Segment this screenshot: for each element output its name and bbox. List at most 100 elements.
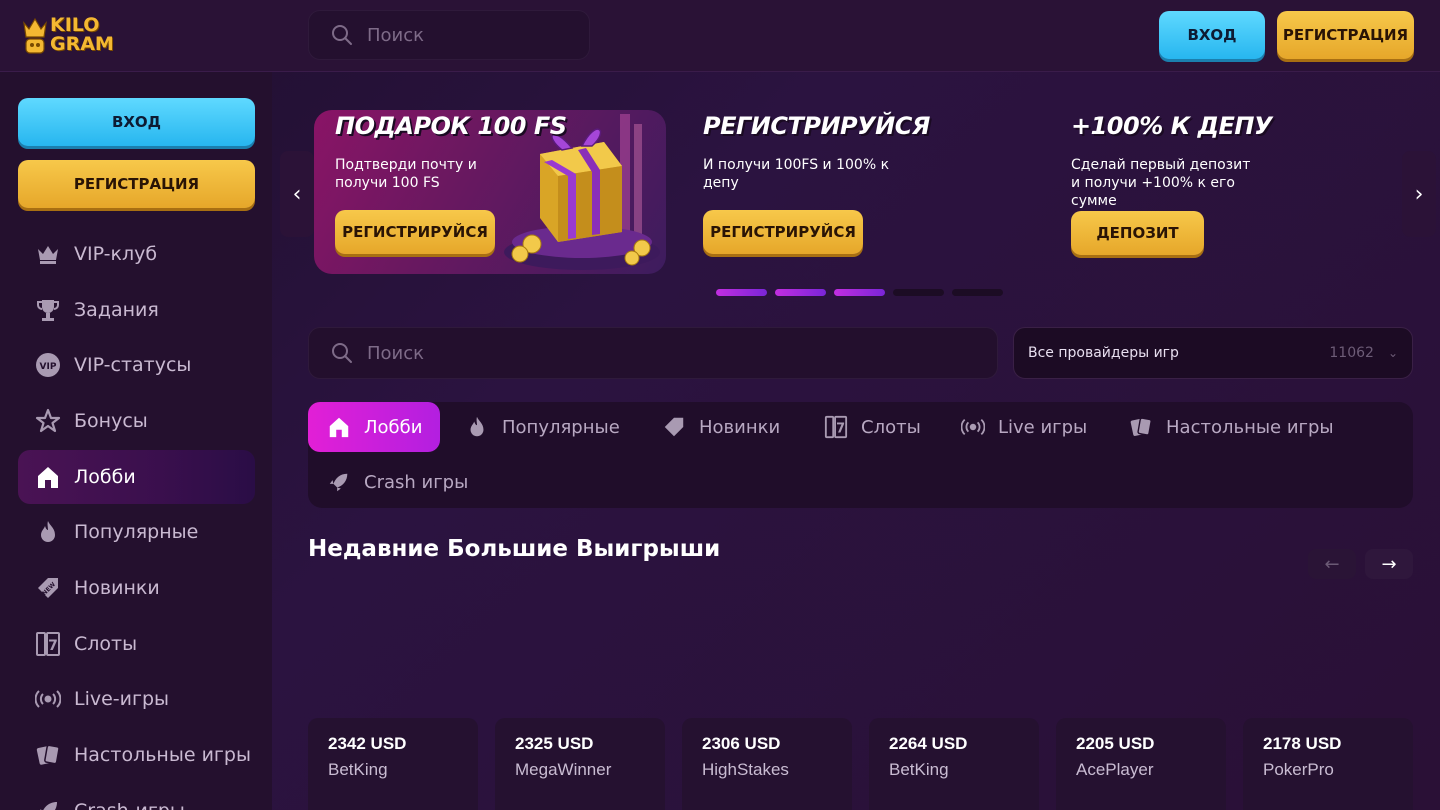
big-win-card[interactable]: 2264 USD BetKing [869,718,1039,810]
tab-table-games[interactable]: Настольные игры [1110,402,1348,452]
win-user: HighStakes [702,760,789,779]
win-amount: 2325 USD [515,734,594,753]
big-win-card[interactable]: 2306 USD HighStakes [682,718,852,810]
sidebar-item-live-games[interactable]: Live-игры [18,672,255,726]
sidebar-item-label: Новинки [74,577,160,599]
tab-label: Лобби [364,416,423,438]
big-wins-title: Недавние Большие Выигрыши [308,536,721,562]
trophy-icon [34,296,62,324]
broadcast-icon [34,685,62,713]
banner-next-button[interactable]: › [1402,151,1436,237]
sidebar-item-label: Crash-игры [74,800,185,810]
rocket-icon [326,469,352,495]
header-register-button[interactable]: РЕГИСТРАЦИЯ [1277,11,1414,59]
big-wins-prev-button[interactable]: ← [1308,549,1356,579]
game-search-input[interactable]: Поиск [308,327,998,379]
tab-label: Настольные игры [1166,416,1334,438]
providers-label: Все провайдеры игр [1028,345,1179,361]
promo-banner-deposit[interactable]: +100% К ДЕПУ Сделай первый депозит и пол… [1071,110,1391,274]
promo-text: Сделай первый депозит и получи +100% к е… [1071,157,1251,209]
big-win-card[interactable]: 2178 USD PokerPro [1243,718,1413,810]
tab-label: Crash игры [364,471,469,493]
big-win-card[interactable]: 2342 USD BetKing [308,718,478,810]
arrow-left-icon: ← [1324,553,1340,575]
win-amount: 2178 USD [1263,734,1342,753]
win-amount: 2342 USD [328,734,407,753]
sidebar-item-label: Настольные игры [74,744,251,766]
tab-label: Live игры [998,416,1088,438]
promo-register-button[interactable]: РЕГИСТРИРУЙСЯ [335,210,495,254]
carousel-dot[interactable] [834,289,885,296]
sidebar-item-popular[interactable]: Популярные [18,505,255,559]
search-icon [332,343,352,363]
carousel-dot[interactable] [716,289,767,296]
win-user: MegaWinner [515,760,612,779]
header-login-button[interactable]: ВХОД [1159,11,1265,59]
star-icon [34,407,62,435]
top-header: KILO GRAM Поиск ВХОД РЕГИСТРАЦИЯ [0,0,1440,72]
carousel-dot[interactable] [952,289,1003,296]
sidebar-login-button[interactable]: ВХОД [18,98,255,146]
promo-banner-gift[interactable]: ПОДАРОК 100 FS Подтверди почту и получи … [314,110,666,274]
svg-text:VIP: VIP [40,362,57,372]
sidebar-item-label: Бонусы [74,410,148,432]
rocket-icon [34,797,62,810]
sidebar: ВХОД РЕГИСТРАЦИЯ VIP-клуб Задания VIP VI… [0,72,272,810]
chevron-left-icon: ‹ [292,181,302,207]
tab-lobby[interactable]: Лобби [308,402,440,452]
sidebar-item-label: VIP-статусы [74,354,192,376]
crown-icon [34,240,62,268]
tab-crash-games[interactable]: Crash игры [308,457,482,507]
category-tabs: Лобби Популярные Новинки 7 Слоты Live иг… [308,402,1413,508]
tab-live-games[interactable]: Live игры [942,402,1101,452]
promo-text: Подтверди почту и получи 100 FS [335,157,477,191]
tab-label: Новинки [699,416,781,438]
win-amount: 2306 USD [702,734,781,753]
vip-badge-icon: VIP [34,351,62,379]
sidebar-item-vip-statuses[interactable]: VIP VIP-статусы [18,338,255,392]
header-search-input[interactable]: Поиск [308,10,590,60]
providers-select[interactable]: Все провайдеры игр 11062 ⌄ [1013,327,1413,379]
sidebar-item-vip-club[interactable]: VIP-клуб [18,227,255,281]
sidebar-register-button[interactable]: РЕГИСТРАЦИЯ [18,160,255,208]
home-icon [34,463,62,491]
sidebar-item-tasks[interactable]: Задания [18,283,255,337]
arrow-right-icon: → [1381,553,1397,575]
big-wins-next-button[interactable]: → [1365,549,1413,579]
sidebar-item-new[interactable]: NEW Новинки [18,561,255,615]
tab-slots[interactable]: 7 Слоты [805,402,935,452]
tab-label: Слоты [861,416,921,438]
sidebar-item-bonuses[interactable]: Бонусы [18,394,255,448]
header-search-placeholder: Поиск [367,24,425,46]
promo-banner-register[interactable]: РЕГИСТРИРУЙСЯ И получи 100FS и 100% к де… [703,110,1043,274]
sidebar-item-table-games[interactable]: Настольные игры [18,728,255,782]
tab-new[interactable]: Новинки [643,402,794,452]
promo-title: +100% К ДЕПУ [1071,112,1272,140]
big-win-card[interactable]: 2205 USD AcePlayer [1056,718,1226,810]
new-tag-icon [661,414,687,440]
sidebar-item-label: Лобби [74,466,136,488]
tab-popular[interactable]: Популярные [446,402,634,452]
win-amount: 2264 USD [889,734,968,753]
providers-count: 11062 [1329,345,1374,361]
slot-icon: 7 [34,630,62,658]
carousel-dots [716,289,1003,296]
banner-prev-button[interactable]: ‹ [280,151,314,237]
sidebar-item-lobby[interactable]: Лобби [18,450,255,504]
game-search-placeholder: Поиск [367,342,425,364]
promo-register-button[interactable]: РЕГИСТРИРУЙСЯ [703,210,863,254]
crown-logo-icon [22,13,48,57]
sidebar-item-crash-games[interactable]: Crash-игры [18,784,255,810]
logo[interactable]: KILO GRAM [22,8,122,62]
sidebar-item-label: VIP-клуб [74,243,158,265]
sidebar-item-slots[interactable]: 7 Слоты [18,617,255,671]
win-user: AcePlayer [1076,760,1154,779]
carousel-dot[interactable] [893,289,944,296]
win-user: PokerPro [1263,760,1334,779]
win-user: BetKing [889,760,949,779]
chevron-right-icon: › [1414,181,1424,207]
big-win-card[interactable]: 2325 USD MegaWinner [495,718,665,810]
carousel-dot[interactable] [775,289,826,296]
promo-deposit-button[interactable]: ДЕПОЗИТ [1071,211,1204,255]
svg-text:7: 7 [48,638,58,654]
